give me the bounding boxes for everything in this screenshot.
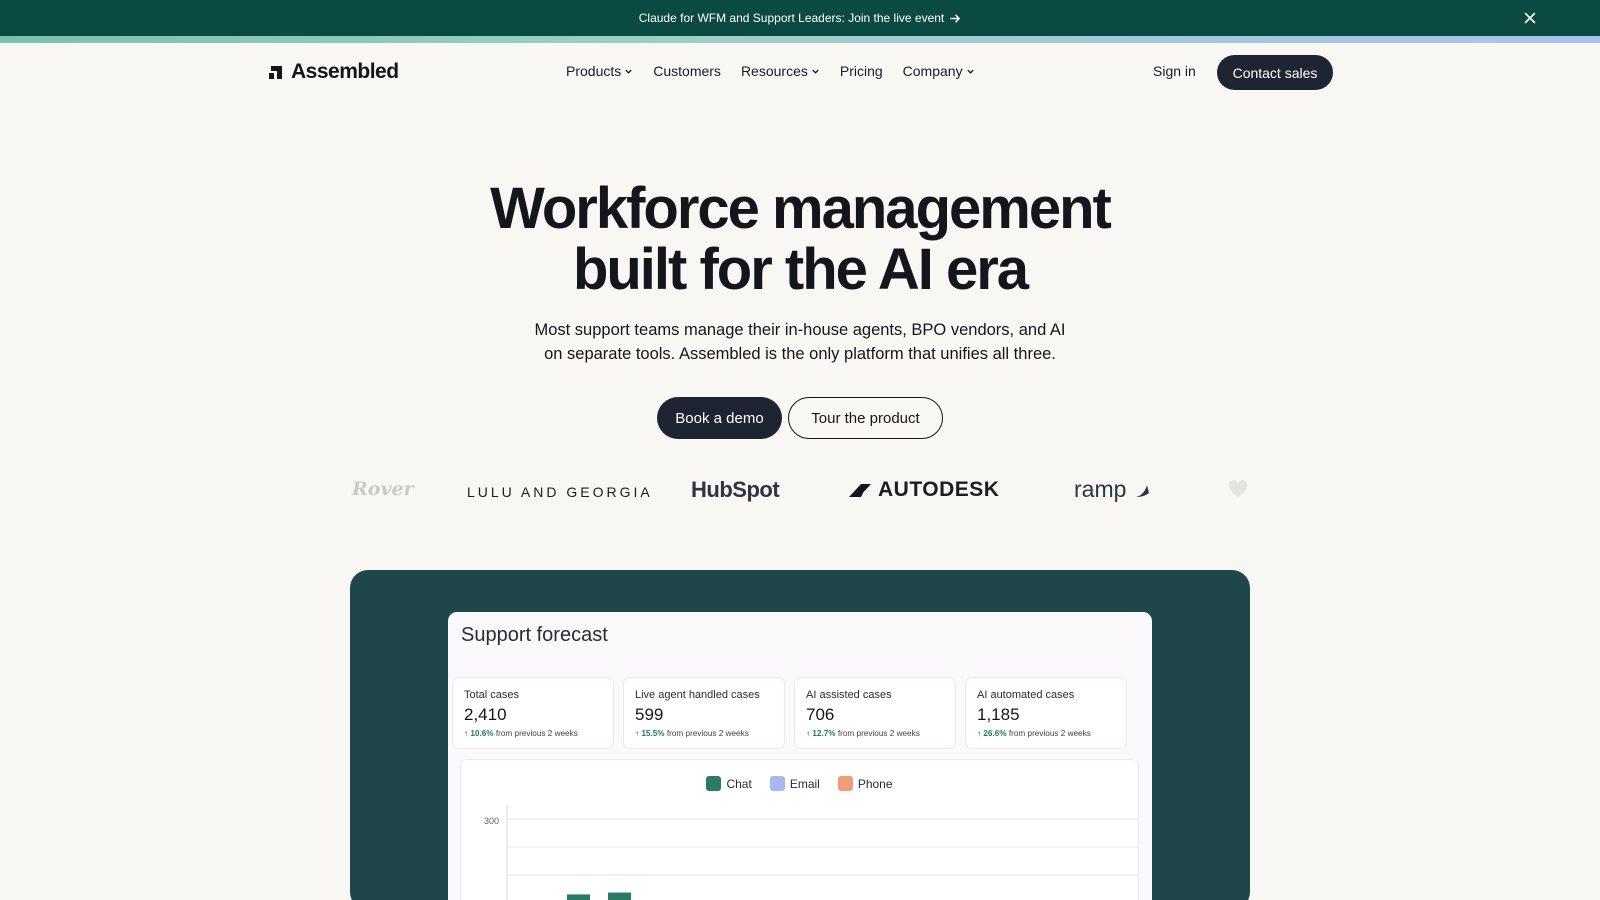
menu-item-company[interactable]: Company [903,63,975,79]
stat-card-ai-automated: AI automated cases 1,185 ↑ 26.6% from pr… [966,678,1126,748]
brand-name: Assembled [291,60,399,83]
arrow-right-icon [950,14,961,22]
bar-chat-2[interactable] [608,892,631,900]
stat-change: ↑ 12.7% from previous 2 weeks [806,729,920,738]
menu-item-customers[interactable]: Customers [653,63,721,79]
ramp-logo: ramp [1074,476,1154,503]
hero-subtitle-line1: Most support teams manage their in-house… [534,321,1066,339]
chevron-down-icon [812,69,819,74]
heart-logo-icon [1228,480,1248,498]
stat-card-total-cases: Total cases 2,410 ↑ 10.6% from previous … [453,678,613,748]
book-demo-button[interactable]: Book a demo [657,397,782,439]
stat-value: 706 [806,705,835,724]
bar-chat-1[interactable] [567,894,590,900]
stat-label: Total cases [464,689,520,701]
autodesk-logo: AUTODESK [848,478,999,502]
menu-item-pricing[interactable]: Pricing [840,63,883,79]
top-navigation: Assembled Products Customers Resources P… [0,43,1600,103]
close-icon[interactable] [1522,10,1538,26]
stat-value: 2,410 [464,705,507,724]
menu-label: Products [566,63,622,79]
menu-label: Company [902,63,963,79]
stat-change: ↑ 26.6% from previous 2 weeks [977,729,1091,738]
stat-card-ai-assisted: AI assisted cases 706 ↑ 12.7% from previ… [795,678,955,748]
brand-logo[interactable]: Assembled [268,60,399,84]
contact-sales-button[interactable]: Contact sales [1217,55,1333,90]
menu-label: Pricing [839,63,883,79]
menu-item-resources[interactable]: Resources [741,63,820,79]
announcement-bar: Claude for WFM and Support Leaders: Join… [0,0,1600,36]
chevron-down-icon [966,69,974,74]
stat-value: 1,185 [977,705,1020,724]
announcement-link[interactable]: Claude for WFM and Support Leaders: Join… [639,11,962,25]
hubspot-logo: HubSpot [691,477,780,502]
assembled-logo-icon [269,65,282,79]
stat-change: ↑ 10.6% from previous 2 weeks [464,729,578,738]
autodesk-mark-icon [849,484,871,497]
hero-title-line2: built for the AI era [572,237,1029,302]
main-menu: Products Customers Resources Pricing Com… [566,63,975,79]
forecast-chart: Chat Email Phone 300 [461,760,1138,900]
menu-item-products[interactable]: Products [566,63,633,79]
stat-card-live-agent: Live agent handled cases 599 ↑ 15.5% fro… [624,678,784,748]
ramp-mark-icon [1136,484,1150,497]
chevron-down-icon [625,69,632,74]
hero-title: Workforce management built for the AI er… [0,178,1600,300]
chart-plot-area: 300 [484,805,1138,900]
support-forecast-card: Support forecast Total cases 2,410 ↑ 10.… [448,612,1152,900]
hero-title-line1: Workforce management [490,176,1112,241]
accent-stripe [0,36,1600,43]
stat-label: AI assisted cases [806,689,892,701]
announcement-text: Claude for WFM and Support Leaders: Join… [638,11,945,25]
card-title: Support forecast [461,624,608,646]
y-tick-label: 300 [484,816,499,826]
hero-subtitle-line2: on separate tools. Assembled is the only… [544,345,1056,363]
hero-subtitle: Most support teams manage their in-house… [500,318,1100,366]
stat-value: 599 [635,705,664,724]
stat-label: AI automated cases [977,689,1075,701]
menu-label: Customers [653,63,721,79]
sign-in-link[interactable]: Sign in [1153,63,1196,79]
menu-label: Resources [740,63,808,79]
rover-logo: Rover [352,478,414,500]
customer-logo-strip: Rover LULU AND GEORGIA HubSpot AUTODESK … [0,470,1600,510]
tour-product-button[interactable]: Tour the product [788,397,943,439]
stat-label: Live agent handled cases [635,689,760,701]
lulu-and-georgia-logo: LULU AND GEORGIA [467,484,653,500]
stat-change: ↑ 15.5% from previous 2 weeks [635,729,749,738]
